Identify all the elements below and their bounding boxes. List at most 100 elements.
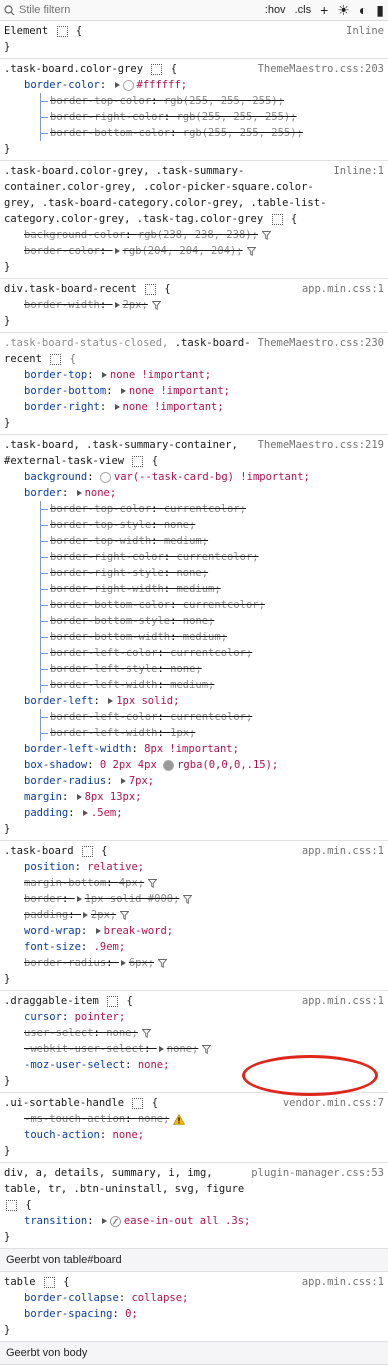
css-declaration[interactable]: margin-bottom: 4px; bbox=[4, 875, 384, 891]
expand-triangle-icon[interactable] bbox=[158, 1046, 164, 1052]
css-declaration[interactable]: border-left-style: none; bbox=[4, 661, 384, 677]
css-declaration[interactable]: border: 1px solid #000; bbox=[4, 891, 384, 907]
expand-triangle-icon[interactable] bbox=[120, 960, 126, 966]
print-media-icon[interactable]: ▮ bbox=[376, 3, 384, 17]
css-declaration[interactable]: border-width: 2px; bbox=[4, 297, 384, 313]
expand-triangle-icon[interactable] bbox=[101, 372, 107, 378]
css-declaration[interactable]: border-top-style: none; bbox=[4, 517, 384, 533]
expand-triangle-icon[interactable] bbox=[82, 912, 88, 918]
filter-icon[interactable] bbox=[151, 300, 161, 310]
css-declaration[interactable]: border-right-color: currentcolor; bbox=[4, 549, 384, 565]
filter-icon[interactable] bbox=[246, 246, 256, 256]
filter-icon[interactable] bbox=[148, 878, 158, 888]
expand-triangle-icon[interactable] bbox=[108, 698, 114, 704]
rule-selector[interactable]: div.task-board-recent { bbox=[4, 281, 171, 297]
filter-icon[interactable] bbox=[158, 958, 168, 968]
color-swatch[interactable] bbox=[99, 471, 111, 483]
css-declaration[interactable]: border-radius: 6px; bbox=[4, 955, 384, 971]
color-swatch[interactable] bbox=[122, 79, 134, 91]
css-declaration[interactable]: -moz-user-select: none; bbox=[4, 1057, 384, 1073]
light-theme-icon[interactable]: ☀ bbox=[337, 3, 350, 17]
css-declaration[interactable]: border-bottom-color: rgb(255, 255, 255); bbox=[4, 125, 384, 141]
css-declaration[interactable]: font-size: .9em; bbox=[4, 939, 384, 955]
css-declaration[interactable]: border-top: none !important; bbox=[4, 367, 384, 383]
css-declaration[interactable]: margin: 8px 13px; bbox=[4, 789, 384, 805]
css-declaration[interactable]: border-bottom-style: none; bbox=[4, 613, 384, 629]
css-declaration[interactable]: background-color: rgb(238, 238, 238); bbox=[4, 227, 384, 243]
rule-selector[interactable]: div, a, details, summary, i, img, table,… bbox=[4, 1165, 245, 1213]
css-declaration[interactable]: background: var(--task-card-bg) !importa… bbox=[4, 469, 384, 485]
rule-selector[interactable]: .task-board.color-grey { bbox=[4, 61, 177, 77]
add-rule-button[interactable]: + bbox=[320, 3, 328, 17]
css-declaration[interactable]: border-bottom-width: medium; bbox=[4, 629, 384, 645]
css-declaration[interactable]: border-top-width: medium; bbox=[4, 533, 384, 549]
css-declaration[interactable]: border-left-width: medium; bbox=[4, 677, 384, 693]
expand-triangle-icon[interactable] bbox=[120, 778, 126, 784]
expand-triangle-icon[interactable] bbox=[114, 302, 120, 308]
color-swatch[interactable] bbox=[163, 759, 175, 771]
css-declaration[interactable]: transition: ease-in-out all .3s; bbox=[4, 1213, 384, 1229]
expand-triangle-icon[interactable] bbox=[76, 896, 82, 902]
rule-selector[interactable]: table { bbox=[4, 1274, 70, 1290]
rule-source-link[interactable]: ThemeMaestro.css:219 bbox=[252, 437, 384, 453]
filter-icon[interactable] bbox=[183, 894, 193, 904]
filter-icon[interactable] bbox=[120, 910, 130, 920]
css-declaration[interactable]: -ms-touch-action: none; bbox=[4, 1111, 384, 1127]
rule-source-link[interactable]: ThemeMaestro.css:203 bbox=[252, 61, 384, 77]
css-declaration[interactable]: border-left-color: currentcolor; bbox=[4, 709, 384, 725]
expand-triangle-icon[interactable] bbox=[114, 82, 120, 88]
rule-source-link[interactable]: Inline:1 bbox=[327, 163, 384, 179]
css-declaration[interactable]: position: relative; bbox=[4, 859, 384, 875]
css-declaration[interactable]: border-radius: 7px; bbox=[4, 773, 384, 789]
rule-source-link[interactable]: app.min.css:1 bbox=[296, 1274, 384, 1290]
css-declaration[interactable]: border-right-style: none; bbox=[4, 565, 384, 581]
filter-box[interactable]: Stile filtern bbox=[4, 4, 256, 16]
rule-selector[interactable]: .task-board.color-grey, .task-summary-co… bbox=[4, 163, 327, 227]
css-declaration[interactable]: border-color: rgb(204, 204, 204); bbox=[4, 243, 384, 259]
expand-triangle-icon[interactable] bbox=[114, 248, 120, 254]
css-declaration[interactable]: border-right-color: rgb(255, 255, 255); bbox=[4, 109, 384, 125]
css-declaration[interactable]: padding: .5em; bbox=[4, 805, 384, 821]
expand-triangle-icon[interactable] bbox=[120, 388, 126, 394]
css-declaration[interactable]: border-collapse: collapse; bbox=[4, 1290, 384, 1306]
class-toggle-button[interactable]: .cls bbox=[295, 4, 312, 16]
rule-source-link[interactable]: app.min.css:1 bbox=[296, 843, 384, 859]
expand-triangle-icon[interactable] bbox=[82, 810, 88, 816]
filter-icon[interactable] bbox=[141, 1028, 151, 1038]
rule-source-link[interactable]: ThemeMaestro.css:230 bbox=[252, 335, 384, 351]
rule-selector[interactable]: .task-board-status-closed, .task-board-r… bbox=[4, 335, 252, 367]
css-declaration[interactable]: border-color: #ffffff; bbox=[4, 77, 384, 93]
filter-icon[interactable] bbox=[202, 1044, 212, 1054]
rule-selector[interactable]: .task-board { bbox=[4, 843, 108, 859]
easing-icon[interactable] bbox=[109, 1215, 121, 1227]
css-declaration[interactable]: border-left-width: 8px !important; bbox=[4, 741, 384, 757]
css-declaration[interactable]: -webkit-user-select: none; bbox=[4, 1041, 384, 1057]
css-declaration[interactable]: padding: 2px; bbox=[4, 907, 384, 923]
css-declaration[interactable]: border: none; bbox=[4, 485, 384, 501]
css-declaration[interactable]: border-left: 1px solid; bbox=[4, 693, 384, 709]
rule-selector[interactable]: .draggable-item { bbox=[4, 993, 133, 1009]
css-declaration[interactable]: border-top-color: currentcolor; bbox=[4, 501, 384, 517]
rule-selector[interactable]: Element { bbox=[4, 23, 82, 39]
rule-selector[interactable]: .task-board, .task-summary-container, #e… bbox=[4, 437, 252, 469]
css-declaration[interactable]: border-left-color: currentcolor; bbox=[4, 645, 384, 661]
css-declaration[interactable]: border-top-color: rgb(255, 255, 255); bbox=[4, 93, 384, 109]
css-declaration[interactable]: user-select: none; bbox=[4, 1025, 384, 1041]
css-declaration[interactable]: border-bottom: none !important; bbox=[4, 383, 384, 399]
css-declaration[interactable]: border-right: none !important; bbox=[4, 399, 384, 415]
css-declaration[interactable]: border-right-width: medium; bbox=[4, 581, 384, 597]
rule-source-link[interactable]: plugin-manager.css:53 bbox=[245, 1165, 384, 1181]
css-declaration[interactable]: border-spacing: 0; bbox=[4, 1306, 384, 1322]
css-declaration[interactable]: box-shadow: 0 2px 4px rgba(0,0,0,.15); bbox=[4, 757, 384, 773]
rule-source-link[interactable]: Inline bbox=[340, 23, 384, 39]
expand-triangle-icon[interactable] bbox=[101, 1218, 107, 1224]
css-declaration[interactable]: touch-action: none; bbox=[4, 1127, 384, 1143]
css-declaration[interactable]: cursor: pointer; bbox=[4, 1009, 384, 1025]
filter-icon[interactable] bbox=[261, 230, 271, 240]
expand-triangle-icon[interactable] bbox=[76, 794, 82, 800]
dark-theme-icon[interactable]: ◐ bbox=[359, 3, 367, 17]
expand-triangle-icon[interactable] bbox=[95, 928, 101, 934]
rule-selector[interactable]: .ui-sortable-handle { bbox=[4, 1095, 158, 1111]
rule-source-link[interactable]: app.min.css:1 bbox=[296, 281, 384, 297]
hover-toggle-button[interactable]: :hov bbox=[265, 4, 286, 16]
